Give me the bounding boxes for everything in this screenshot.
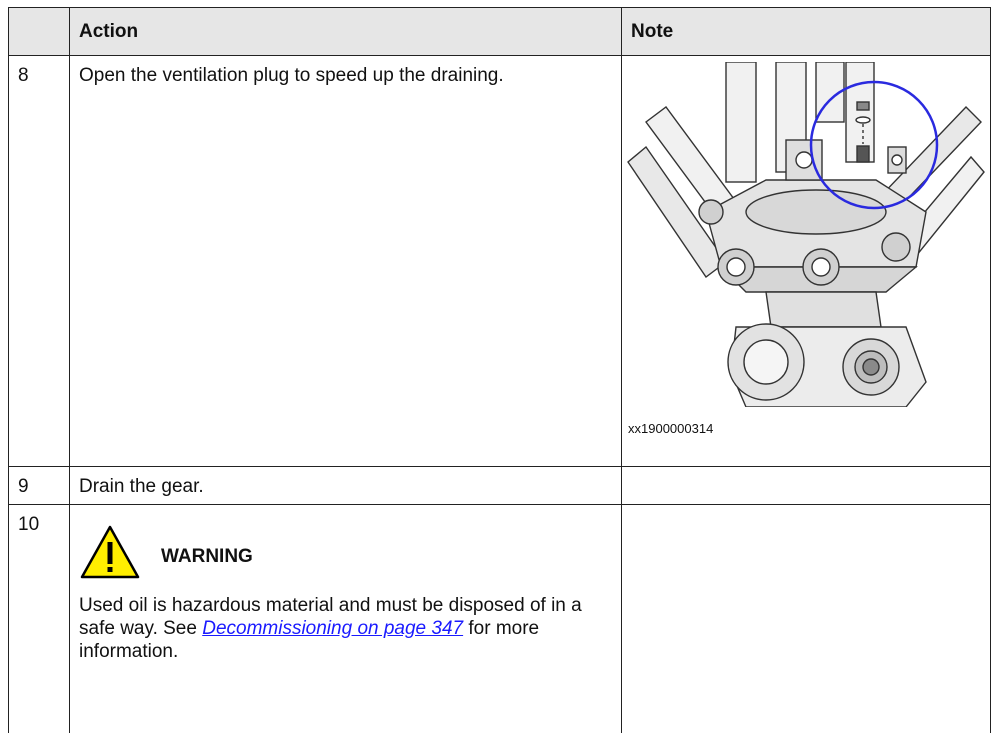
header-note: Note xyxy=(621,7,991,56)
figure-id: xx1900000314 xyxy=(628,421,714,436)
warning-text: Used oil is hazardous material and must … xyxy=(79,595,582,662)
warning-title: WARNING xyxy=(161,546,253,567)
header-step xyxy=(8,7,70,56)
note-cell xyxy=(621,466,991,505)
robot-gear-illustration xyxy=(627,61,985,408)
note-cell: xx1900000314 xyxy=(621,55,991,467)
table-row: 9 Drain the gear. xyxy=(8,466,991,505)
step-number: 8 xyxy=(8,55,70,467)
action-cell: WARNING Used oil is hazardous material a… xyxy=(69,504,622,733)
table-header-row: Action Note xyxy=(8,7,991,56)
step-number: 9 xyxy=(8,466,70,505)
note-cell xyxy=(621,504,991,733)
step-number: 10 xyxy=(8,504,70,733)
warning-triangle-icon xyxy=(80,525,140,579)
table-row: 8 Open the ventilation plug to speed up … xyxy=(8,55,991,467)
action-text: Open the ventilation plug to speed up th… xyxy=(69,55,622,467)
header-action: Action xyxy=(69,7,622,56)
table-row: 10 WARNING Used oil is hazardous materia… xyxy=(8,504,991,733)
decommissioning-link[interactable]: Decommissioning on page 347 xyxy=(202,618,463,639)
warning-header: WARNING xyxy=(79,524,612,580)
action-text: Drain the gear. xyxy=(69,466,622,505)
procedure-table: Action Note 8 Open the ventilation plug … xyxy=(8,7,991,733)
